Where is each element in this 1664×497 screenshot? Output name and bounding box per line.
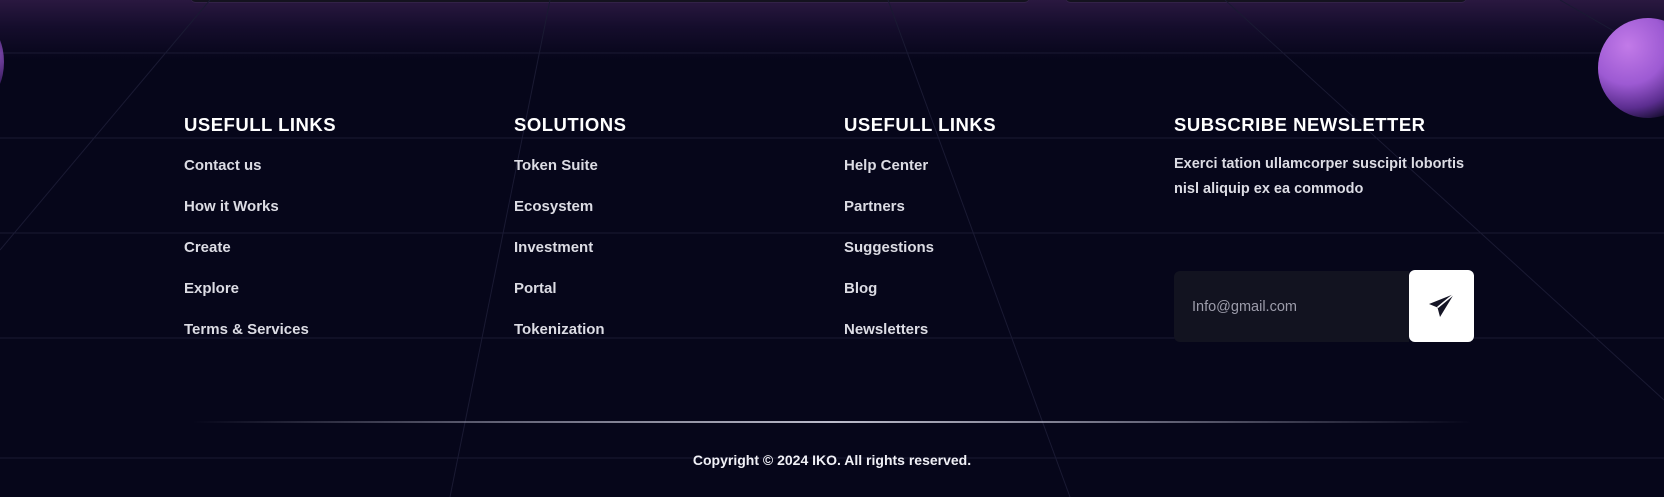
footer-column-useful-links-2: USEFULL LINKS Help Center Partners Sugge… [844, 114, 996, 361]
footer-column-solutions: SOLUTIONS Token Suite Ecosystem Investme… [514, 114, 626, 361]
column-title: SOLUTIONS [514, 114, 627, 135]
copyright-text: Copyright © 2024 IKO. All rights reserve… [692, 452, 972, 468]
footer-link-suggestions[interactable]: Suggestions [844, 238, 996, 279]
footer-link-contact-us[interactable]: Contact us [184, 156, 336, 197]
footer-link-create[interactable]: Create [184, 238, 336, 279]
link-list: Help Center Partners Suggestions Blog Ne… [844, 156, 996, 361]
footer-link-partners[interactable]: Partners [844, 197, 996, 238]
footer-link-investment[interactable]: Investment [514, 238, 626, 279]
top-gradient-band [0, 0, 1664, 60]
column-title: USEFULL LINKS [844, 114, 997, 135]
footer-divider [192, 421, 1472, 423]
top-card-left-edge [190, 0, 1030, 2]
link-list: Contact us How it Works Create Explore T… [184, 156, 336, 361]
footer-link-portal[interactable]: Portal [514, 279, 626, 320]
footer-link-blog[interactable]: Blog [844, 279, 996, 320]
subscribe-send-button[interactable] [1409, 270, 1474, 342]
paper-plane-icon [1428, 293, 1455, 317]
newsletter-description: Exerci tation ullamcorper suscipit lobor… [1174, 156, 1465, 197]
footer-link-explore[interactable]: Explore [184, 279, 336, 320]
footer-column-useful-links: USEFULL LINKS Contact us How it Works Cr… [184, 114, 336, 361]
link-list: Token Suite Ecosystem Investment Portal … [514, 156, 626, 361]
email-input[interactable] [1174, 271, 1409, 342]
subscribe-form [1174, 270, 1474, 342]
top-card-right-edge [1065, 0, 1467, 2]
footer-column-newsletter: SUBSCRIBE NEWSLETTER Exerci tation ullam… [1174, 114, 1479, 201]
footer-link-how-it-works[interactable]: How it Works [184, 197, 336, 238]
footer-link-help-center[interactable]: Help Center [844, 156, 996, 197]
footer-link-ecosystem[interactable]: Ecosystem [514, 197, 626, 238]
footer-link-token-suite[interactable]: Token Suite [514, 156, 626, 197]
footer-link-tokenization[interactable]: Tokenization [514, 320, 626, 361]
column-title: USEFULL LINKS [184, 114, 337, 135]
newsletter-title: SUBSCRIBE NEWSLETTER [1174, 114, 1426, 135]
footer-link-newsletters[interactable]: Newsletters [844, 320, 996, 361]
footer-link-terms-services[interactable]: Terms & Services [184, 320, 336, 361]
